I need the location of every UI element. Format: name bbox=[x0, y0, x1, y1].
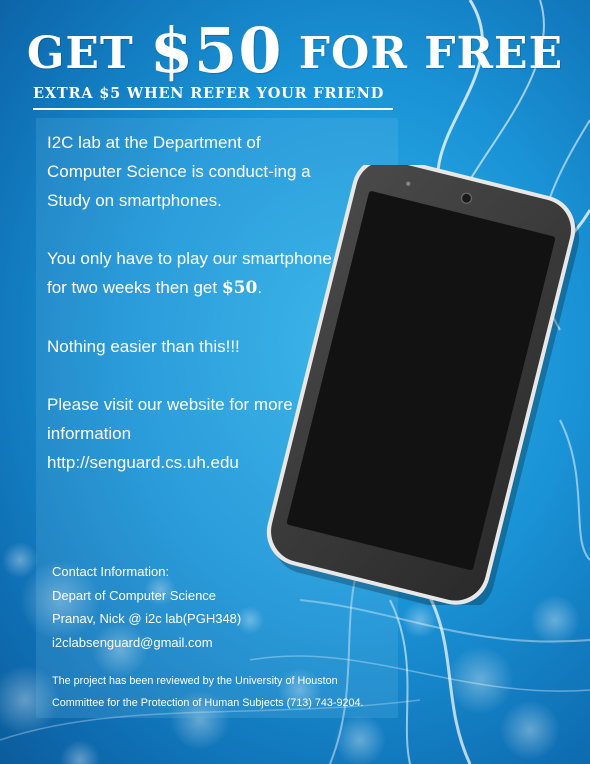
headline-get: GET bbox=[26, 28, 151, 79]
contact-people: Pranav, Nick @ i2c lab(PGH348) bbox=[52, 611, 242, 626]
irb-notice: The project has been reviewed by the Uni… bbox=[52, 670, 452, 714]
website-prompt: Please visit our website for more inform… bbox=[47, 395, 293, 443]
headline-for-free: FOR FREE bbox=[282, 28, 564, 79]
irb-line-2: Committee for the Protection of Human Su… bbox=[52, 697, 364, 709]
contact-email[interactable]: i2clabsenguard@gmail.com bbox=[52, 631, 352, 655]
offer-amount: $50 bbox=[221, 278, 258, 298]
irb-line-1: The project has been reviewed by the Uni… bbox=[52, 675, 338, 687]
headline: GET $50 FOR FREE bbox=[0, 14, 590, 87]
subheadline: EXTRA $5 WHEN REFER YOUR FRIEND bbox=[33, 85, 393, 110]
website-url[interactable]: http://senguard.cs.uh.edu bbox=[47, 453, 239, 472]
headline-amount: $50 bbox=[150, 14, 283, 87]
smartphone-icon bbox=[266, 165, 580, 605]
